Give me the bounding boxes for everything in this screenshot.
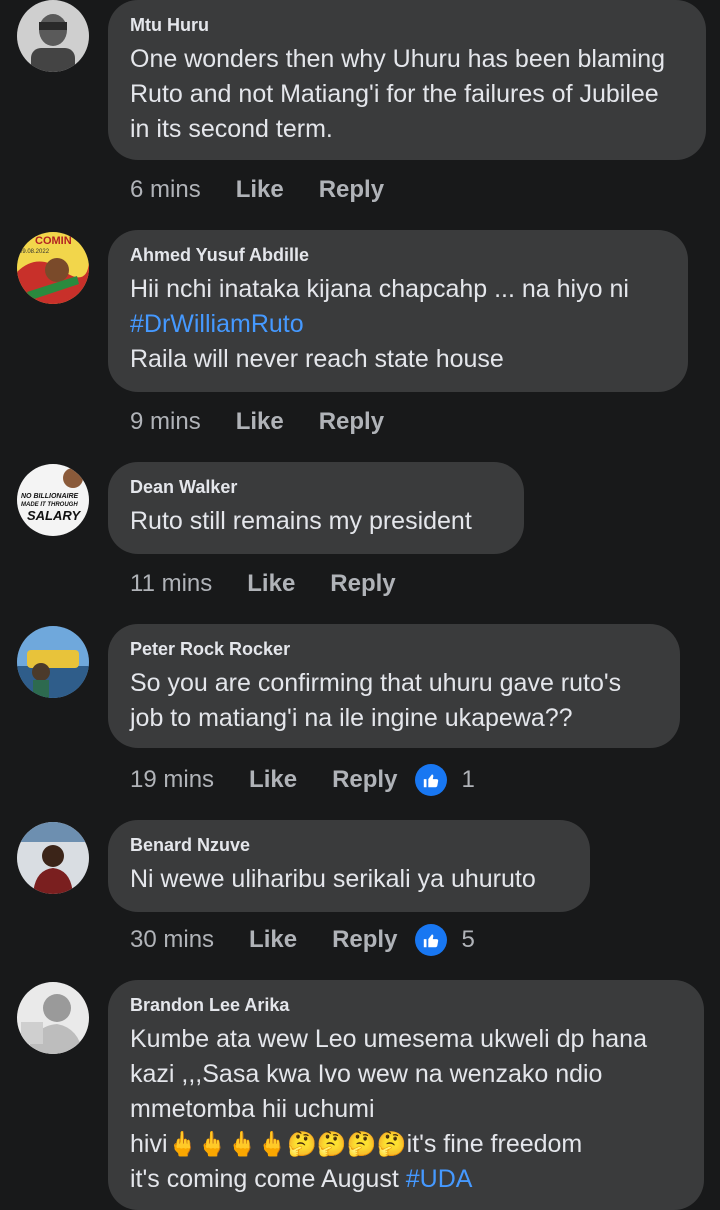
avatar-image: [17, 982, 89, 1054]
like-button[interactable]: Like: [247, 570, 295, 598]
reaction-count[interactable]: 5: [461, 926, 474, 954]
comment-actions: 11 mins Like Reply: [130, 566, 414, 602]
avatar[interactable]: [17, 982, 89, 1054]
comment-text: Ni wewe uliharibu serikali ya uhuruto: [130, 865, 536, 893]
comment-text: One wonders then why Uhuru has been blam…: [130, 45, 672, 143]
avatar[interactable]: [17, 626, 89, 698]
comment-timestamp[interactable]: 9 mins: [130, 408, 201, 436]
comment-timestamp[interactable]: 11 mins: [130, 570, 212, 598]
avatar-image: [17, 822, 89, 894]
comment-timestamp[interactable]: 6 mins: [130, 176, 201, 204]
comment-text: Hii nchi inataka kijana chapcahp ... na …: [130, 275, 629, 373]
hashtag-link[interactable]: #UDA: [406, 1165, 473, 1193]
comment-author[interactable]: Benard Nzuve: [130, 834, 568, 856]
comment-author[interactable]: Dean Walker: [130, 476, 502, 498]
avatar-image: [17, 0, 89, 72]
comment-timestamp[interactable]: 30 mins: [130, 926, 214, 954]
thumbs-up-reaction-icon[interactable]: [415, 924, 448, 956]
svg-text:09.08.2022: 09.08.2022: [19, 249, 50, 255]
comment-author[interactable]: Ahmed Yusuf Abdille: [130, 244, 666, 266]
svg-text:COMIN: COMIN: [35, 235, 72, 247]
comment-actions: 19 mins Like Reply 1: [130, 762, 475, 798]
avatar[interactable]: [17, 822, 89, 894]
avatar[interactable]: COMIN 09.08.2022: [17, 232, 89, 304]
avatar-image: COMIN 09.08.2022: [17, 232, 89, 304]
comment-bubble: Brandon Lee Arika Kumbe ata wew Leo umes…: [108, 980, 704, 1210]
reply-button[interactable]: Reply: [330, 570, 395, 598]
comment-actions: 6 mins Like Reply: [130, 172, 402, 208]
comment-text: Kumbe ata wew Leo umesema ukweli dp hana…: [130, 1025, 654, 1193]
comment-bubble: Ahmed Yusuf Abdille Hii nchi inataka kij…: [108, 230, 688, 392]
avatar-image: NO BILLIONAIRE MADE IT THROUGH SALARY: [17, 464, 89, 536]
svg-text:SALARY: SALARY: [27, 508, 82, 523]
like-button[interactable]: Like: [249, 766, 297, 794]
avatar[interactable]: NO BILLIONAIRE MADE IT THROUGH SALARY: [17, 464, 89, 536]
comment-author[interactable]: Peter Rock Rocker: [130, 638, 658, 660]
comment-text: Ruto still remains my president: [130, 507, 472, 535]
comment-actions: 9 mins Like Reply: [130, 404, 402, 440]
svg-text:NO BILLIONAIRE: NO BILLIONAIRE: [21, 493, 78, 500]
comment-timestamp[interactable]: 19 mins: [130, 766, 214, 794]
reply-button[interactable]: Reply: [319, 176, 384, 204]
like-button[interactable]: Like: [236, 408, 284, 436]
comment-author[interactable]: Brandon Lee Arika: [130, 994, 682, 1016]
comment-bubble: Benard Nzuve Ni wewe uliharibu serikali …: [108, 820, 590, 912]
comment-actions: 30 mins Like Reply 5: [130, 922, 475, 958]
comment-text: So you are confirming that uhuru gave ru…: [130, 669, 629, 732]
reply-button[interactable]: Reply: [319, 408, 384, 436]
reply-button[interactable]: Reply: [332, 926, 397, 954]
hashtag-link[interactable]: #DrWilliamRuto: [130, 310, 304, 338]
thumbs-up-reaction-icon[interactable]: [415, 764, 448, 796]
like-button[interactable]: Like: [249, 926, 297, 954]
avatar[interactable]: [17, 0, 89, 72]
comment-author[interactable]: Mtu Huru: [130, 14, 684, 36]
like-button[interactable]: Like: [236, 176, 284, 204]
comment-bubble: Mtu Huru One wonders then why Uhuru has …: [108, 0, 706, 160]
avatar-image: [17, 626, 89, 698]
comment-bubble: Peter Rock Rocker So you are confirming …: [108, 624, 680, 748]
reply-button[interactable]: Reply: [332, 766, 397, 794]
emoji-sequence: 🖕🖕🖕🖕🤔🤔🤔🤔: [167, 1131, 407, 1158]
reaction-count[interactable]: 1: [461, 766, 474, 794]
comment-bubble: Dean Walker Ruto still remains my presid…: [108, 462, 524, 554]
